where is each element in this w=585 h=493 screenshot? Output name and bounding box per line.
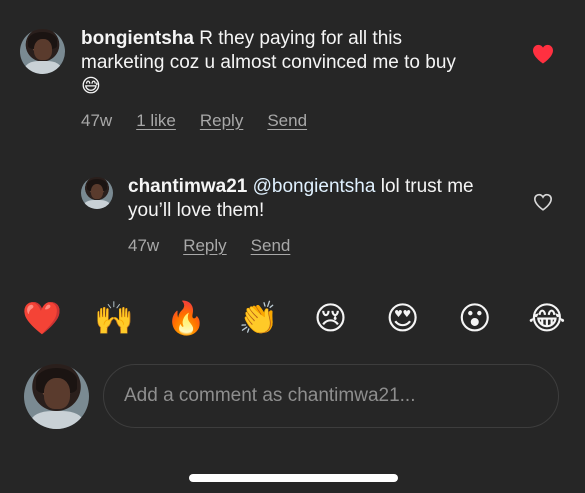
send-button[interactable]: Send <box>267 111 307 131</box>
heart-eyes-emoji-button[interactable]: 😍 <box>383 298 423 338</box>
comment-composer[interactable] <box>103 364 559 428</box>
reply-mention[interactable]: @bongientsha <box>253 176 376 197</box>
likes-count-link[interactable]: 1 like <box>136 111 176 131</box>
comment-username[interactable]: bongientsha <box>81 28 194 49</box>
red-heart-emoji-button[interactable]: ❤️ <box>22 298 62 338</box>
surprised-face-emoji-button[interactable]: 😮 <box>455 298 495 338</box>
comment-body: bongientsha R they paying for all this m… <box>81 27 471 99</box>
heart-outline-icon[interactable] <box>533 193 553 216</box>
current-user-avatar[interactable] <box>24 364 89 429</box>
avatar-shirt <box>84 200 110 209</box>
reaction-bar: ❤️ 🙌 🔥 👏 😢 😍 😮 😂 <box>22 298 567 338</box>
comment-input[interactable] <box>122 384 558 408</box>
raised-hands-emoji-button[interactable]: 🙌 <box>94 298 134 338</box>
reply-meta: 47w Reply Send <box>128 236 290 256</box>
reply-username[interactable]: chantimwa21 <box>128 176 247 197</box>
reply-button[interactable]: Reply <box>183 236 226 256</box>
send-button[interactable]: Send <box>251 236 291 256</box>
heart-filled-icon[interactable] <box>532 44 554 69</box>
fire-emoji-button[interactable]: 🔥 <box>166 298 206 338</box>
tears-of-joy-emoji-button[interactable]: 😂 <box>527 298 567 338</box>
avatar-face <box>33 38 52 61</box>
comment-time: 47w <box>81 111 113 130</box>
reply-button[interactable]: Reply <box>200 111 243 131</box>
avatar-shirt <box>30 410 83 429</box>
reply-time: 47w <box>128 236 160 255</box>
comment-meta: 47w 1 like Reply Send <box>81 111 307 131</box>
commenter-avatar[interactable] <box>20 29 65 74</box>
clapping-hands-emoji-button[interactable]: 👏 <box>238 298 279 338</box>
home-indicator[interactable] <box>189 474 398 482</box>
crying-face-emoji-button[interactable]: 😢 <box>311 298 351 338</box>
avatar-face <box>43 378 70 410</box>
reply-avatar[interactable] <box>81 177 113 209</box>
avatar-shirt <box>24 61 61 74</box>
avatar-face <box>90 184 104 200</box>
reply-body: chantimwa21 @bongientsha lol trust me yo… <box>128 175 498 223</box>
